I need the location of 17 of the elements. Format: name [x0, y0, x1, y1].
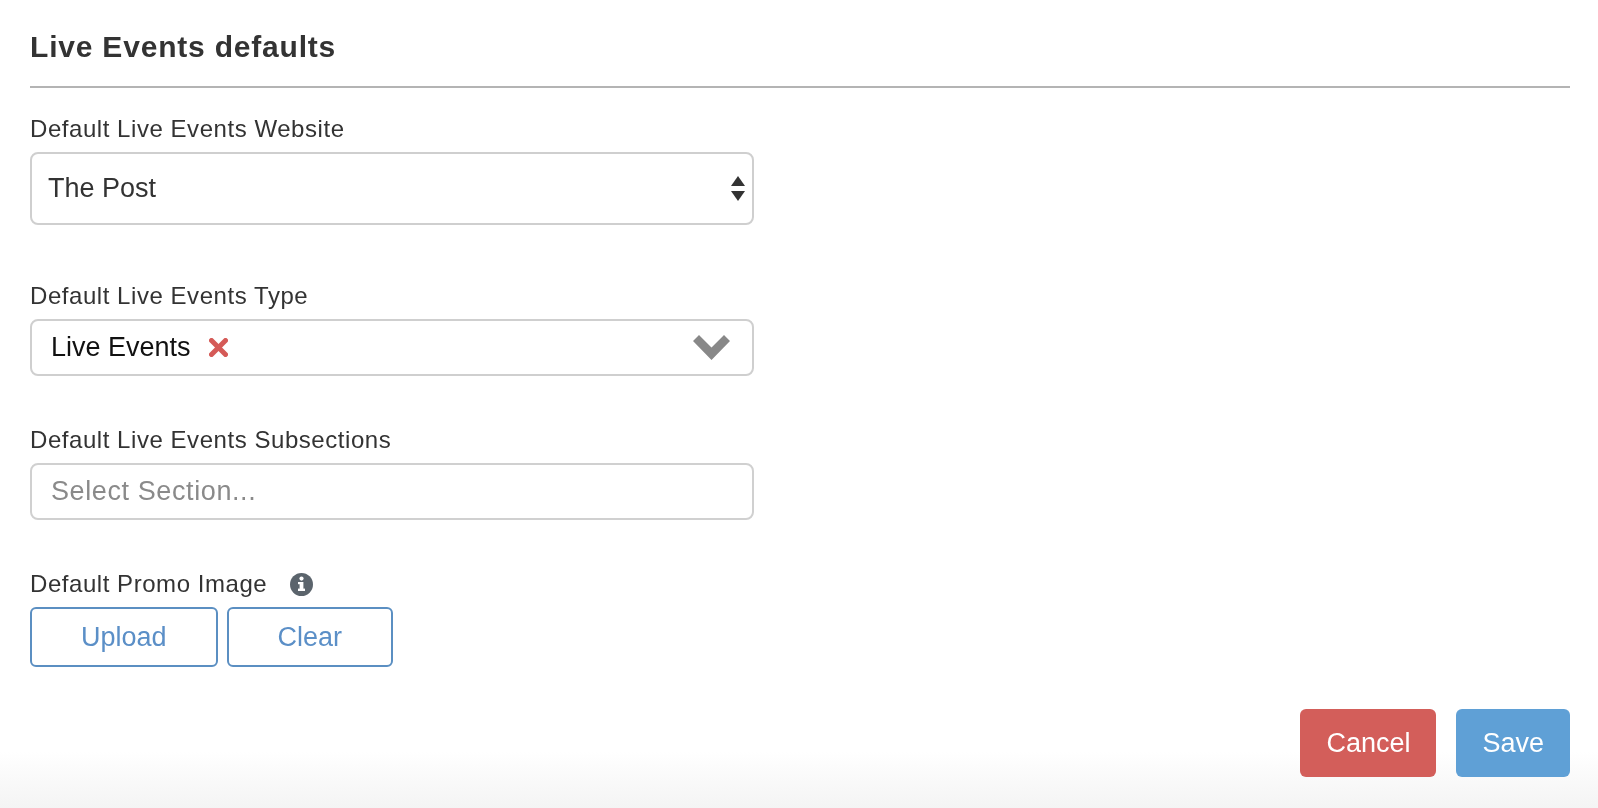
- cancel-button[interactable]: Cancel: [1300, 709, 1437, 777]
- save-button[interactable]: Save: [1456, 709, 1570, 777]
- field-label: Default Live Events Website: [30, 114, 345, 144]
- section-title: Live Events defaults: [30, 29, 337, 65]
- tag-select-field[interactable]: Live Events: [30, 319, 754, 376]
- up-down-arrows-icon: [731, 176, 745, 201]
- input-field[interactable]: Select Section...: [30, 463, 754, 520]
- field-label: Default Live Events Subsections: [30, 425, 392, 455]
- upload-button[interactable]: Upload: [30, 607, 218, 667]
- info-icon[interactable]: [290, 572, 314, 596]
- chevron-down-icon[interactable]: [693, 335, 730, 360]
- field-label: Default Promo Image: [30, 569, 268, 599]
- clear-button[interactable]: Clear: [226, 607, 394, 667]
- field-label: Default Live Events Type: [30, 281, 309, 311]
- tag-label: Live Events: [51, 332, 191, 363]
- close-icon[interactable]: [208, 338, 228, 357]
- select-field[interactable]: The Post: [30, 152, 754, 225]
